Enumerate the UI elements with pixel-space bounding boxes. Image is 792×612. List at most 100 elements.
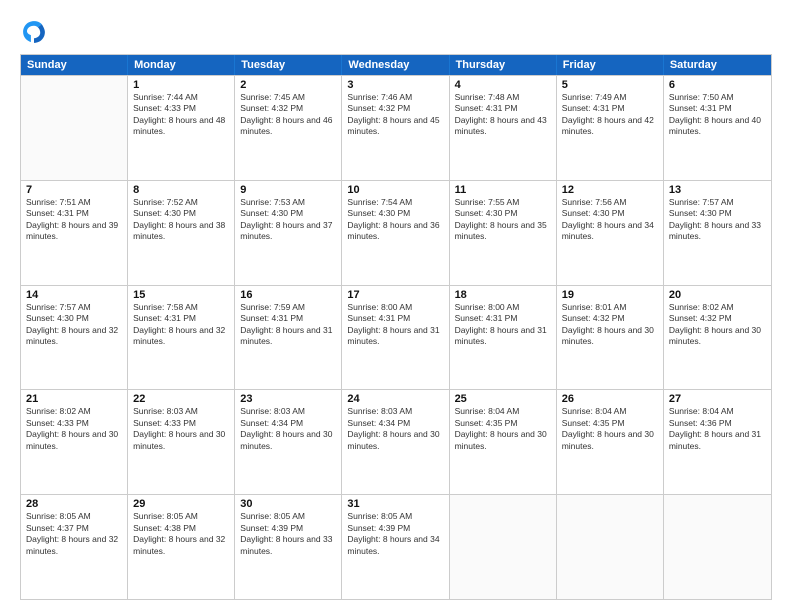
sunset-text: Sunset: 4:31 PM <box>347 313 443 324</box>
calendar-cell-21: 21 Sunrise: 8:02 AM Sunset: 4:33 PM Dayl… <box>21 390 128 494</box>
day-number: 19 <box>562 289 658 301</box>
sunrise-text: Sunrise: 7:48 AM <box>455 92 551 103</box>
daylight-text: Daylight: 8 hours and 33 minutes. <box>669 220 766 243</box>
sunset-text: Sunset: 4:31 PM <box>455 313 551 324</box>
day-number: 5 <box>562 79 658 91</box>
calendar-cell-8: 8 Sunrise: 7:52 AM Sunset: 4:30 PM Dayli… <box>128 181 235 285</box>
sunset-text: Sunset: 4:30 PM <box>133 208 229 219</box>
sunrise-text: Sunrise: 7:53 AM <box>240 197 336 208</box>
calendar-cell-20: 20 Sunrise: 8:02 AM Sunset: 4:32 PM Dayl… <box>664 286 771 390</box>
sunset-text: Sunset: 4:35 PM <box>455 418 551 429</box>
calendar-cell-14: 14 Sunrise: 7:57 AM Sunset: 4:30 PM Dayl… <box>21 286 128 390</box>
sunrise-text: Sunrise: 7:44 AM <box>133 92 229 103</box>
day-number: 7 <box>26 184 122 196</box>
calendar-cell-24: 24 Sunrise: 8:03 AM Sunset: 4:34 PM Dayl… <box>342 390 449 494</box>
day-number: 6 <box>669 79 766 91</box>
sunrise-text: Sunrise: 8:04 AM <box>669 406 766 417</box>
sunrise-text: Sunrise: 8:00 AM <box>347 302 443 313</box>
sunrise-text: Sunrise: 7:49 AM <box>562 92 658 103</box>
sunset-text: Sunset: 4:39 PM <box>240 523 336 534</box>
daylight-text: Daylight: 8 hours and 35 minutes. <box>455 220 551 243</box>
day-number: 14 <box>26 289 122 301</box>
calendar-cell-7: 7 Sunrise: 7:51 AM Sunset: 4:31 PM Dayli… <box>21 181 128 285</box>
header-day-sunday: Sunday <box>21 55 128 75</box>
calendar-body: 1 Sunrise: 7:44 AM Sunset: 4:33 PM Dayli… <box>21 75 771 599</box>
sunrise-text: Sunrise: 7:57 AM <box>26 302 122 313</box>
day-number: 22 <box>133 393 229 405</box>
header-day-tuesday: Tuesday <box>235 55 342 75</box>
daylight-text: Daylight: 8 hours and 39 minutes. <box>26 220 122 243</box>
daylight-text: Daylight: 8 hours and 36 minutes. <box>347 220 443 243</box>
sunset-text: Sunset: 4:35 PM <box>562 418 658 429</box>
sunset-text: Sunset: 4:32 PM <box>240 103 336 114</box>
calendar-cell-15: 15 Sunrise: 7:58 AM Sunset: 4:31 PM Dayl… <box>128 286 235 390</box>
daylight-text: Daylight: 8 hours and 31 minutes. <box>455 325 551 348</box>
sunrise-text: Sunrise: 8:04 AM <box>455 406 551 417</box>
header-day-wednesday: Wednesday <box>342 55 449 75</box>
calendar-cell-empty-4-6 <box>664 495 771 599</box>
daylight-text: Daylight: 8 hours and 30 minutes. <box>562 325 658 348</box>
sunset-text: Sunset: 4:36 PM <box>669 418 766 429</box>
sunrise-text: Sunrise: 7:45 AM <box>240 92 336 103</box>
calendar-cell-4: 4 Sunrise: 7:48 AM Sunset: 4:31 PM Dayli… <box>450 76 557 180</box>
daylight-text: Daylight: 8 hours and 31 minutes. <box>347 325 443 348</box>
sunrise-text: Sunrise: 8:00 AM <box>455 302 551 313</box>
day-number: 30 <box>240 498 336 510</box>
day-number: 31 <box>347 498 443 510</box>
day-number: 18 <box>455 289 551 301</box>
sunset-text: Sunset: 4:31 PM <box>562 103 658 114</box>
daylight-text: Daylight: 8 hours and 32 minutes. <box>133 534 229 557</box>
day-number: 17 <box>347 289 443 301</box>
calendar-cell-11: 11 Sunrise: 7:55 AM Sunset: 4:30 PM Dayl… <box>450 181 557 285</box>
sunrise-text: Sunrise: 7:58 AM <box>133 302 229 313</box>
calendar-row-1: 7 Sunrise: 7:51 AM Sunset: 4:31 PM Dayli… <box>21 180 771 285</box>
daylight-text: Daylight: 8 hours and 34 minutes. <box>347 534 443 557</box>
calendar-cell-18: 18 Sunrise: 8:00 AM Sunset: 4:31 PM Dayl… <box>450 286 557 390</box>
logo <box>20 18 52 46</box>
sunset-text: Sunset: 4:30 PM <box>347 208 443 219</box>
daylight-text: Daylight: 8 hours and 42 minutes. <box>562 115 658 138</box>
calendar-cell-empty-0-0 <box>21 76 128 180</box>
daylight-text: Daylight: 8 hours and 45 minutes. <box>347 115 443 138</box>
day-number: 25 <box>455 393 551 405</box>
sunset-text: Sunset: 4:31 PM <box>240 313 336 324</box>
calendar-cell-3: 3 Sunrise: 7:46 AM Sunset: 4:32 PM Dayli… <box>342 76 449 180</box>
calendar-header: SundayMondayTuesdayWednesdayThursdayFrid… <box>21 55 771 75</box>
sunset-text: Sunset: 4:31 PM <box>455 103 551 114</box>
day-number: 29 <box>133 498 229 510</box>
calendar-cell-29: 29 Sunrise: 8:05 AM Sunset: 4:38 PM Dayl… <box>128 495 235 599</box>
day-number: 2 <box>240 79 336 91</box>
day-number: 20 <box>669 289 766 301</box>
sunrise-text: Sunrise: 8:05 AM <box>133 511 229 522</box>
day-number: 26 <box>562 393 658 405</box>
daylight-text: Daylight: 8 hours and 48 minutes. <box>133 115 229 138</box>
sunrise-text: Sunrise: 8:03 AM <box>240 406 336 417</box>
calendar-cell-31: 31 Sunrise: 8:05 AM Sunset: 4:39 PM Dayl… <box>342 495 449 599</box>
daylight-text: Daylight: 8 hours and 31 minutes. <box>669 429 766 452</box>
header-day-friday: Friday <box>557 55 664 75</box>
sunset-text: Sunset: 4:39 PM <box>347 523 443 534</box>
sunrise-text: Sunrise: 7:57 AM <box>669 197 766 208</box>
day-number: 21 <box>26 393 122 405</box>
daylight-text: Daylight: 8 hours and 38 minutes. <box>133 220 229 243</box>
sunset-text: Sunset: 4:38 PM <box>133 523 229 534</box>
calendar-cell-13: 13 Sunrise: 7:57 AM Sunset: 4:30 PM Dayl… <box>664 181 771 285</box>
page: SundayMondayTuesdayWednesdayThursdayFrid… <box>0 0 792 612</box>
calendar-cell-27: 27 Sunrise: 8:04 AM Sunset: 4:36 PM Dayl… <box>664 390 771 494</box>
calendar-cell-30: 30 Sunrise: 8:05 AM Sunset: 4:39 PM Dayl… <box>235 495 342 599</box>
calendar-row-4: 28 Sunrise: 8:05 AM Sunset: 4:37 PM Dayl… <box>21 494 771 599</box>
calendar-cell-22: 22 Sunrise: 8:03 AM Sunset: 4:33 PM Dayl… <box>128 390 235 494</box>
sunset-text: Sunset: 4:30 PM <box>26 313 122 324</box>
calendar-cell-17: 17 Sunrise: 8:00 AM Sunset: 4:31 PM Dayl… <box>342 286 449 390</box>
daylight-text: Daylight: 8 hours and 40 minutes. <box>669 115 766 138</box>
daylight-text: Daylight: 8 hours and 30 minutes. <box>26 429 122 452</box>
day-number: 12 <box>562 184 658 196</box>
calendar-cell-16: 16 Sunrise: 7:59 AM Sunset: 4:31 PM Dayl… <box>235 286 342 390</box>
day-number: 24 <box>347 393 443 405</box>
daylight-text: Daylight: 8 hours and 32 minutes. <box>26 325 122 348</box>
sunset-text: Sunset: 4:32 PM <box>669 313 766 324</box>
day-number: 1 <box>133 79 229 91</box>
sunset-text: Sunset: 4:31 PM <box>26 208 122 219</box>
sunrise-text: Sunrise: 7:55 AM <box>455 197 551 208</box>
daylight-text: Daylight: 8 hours and 46 minutes. <box>240 115 336 138</box>
